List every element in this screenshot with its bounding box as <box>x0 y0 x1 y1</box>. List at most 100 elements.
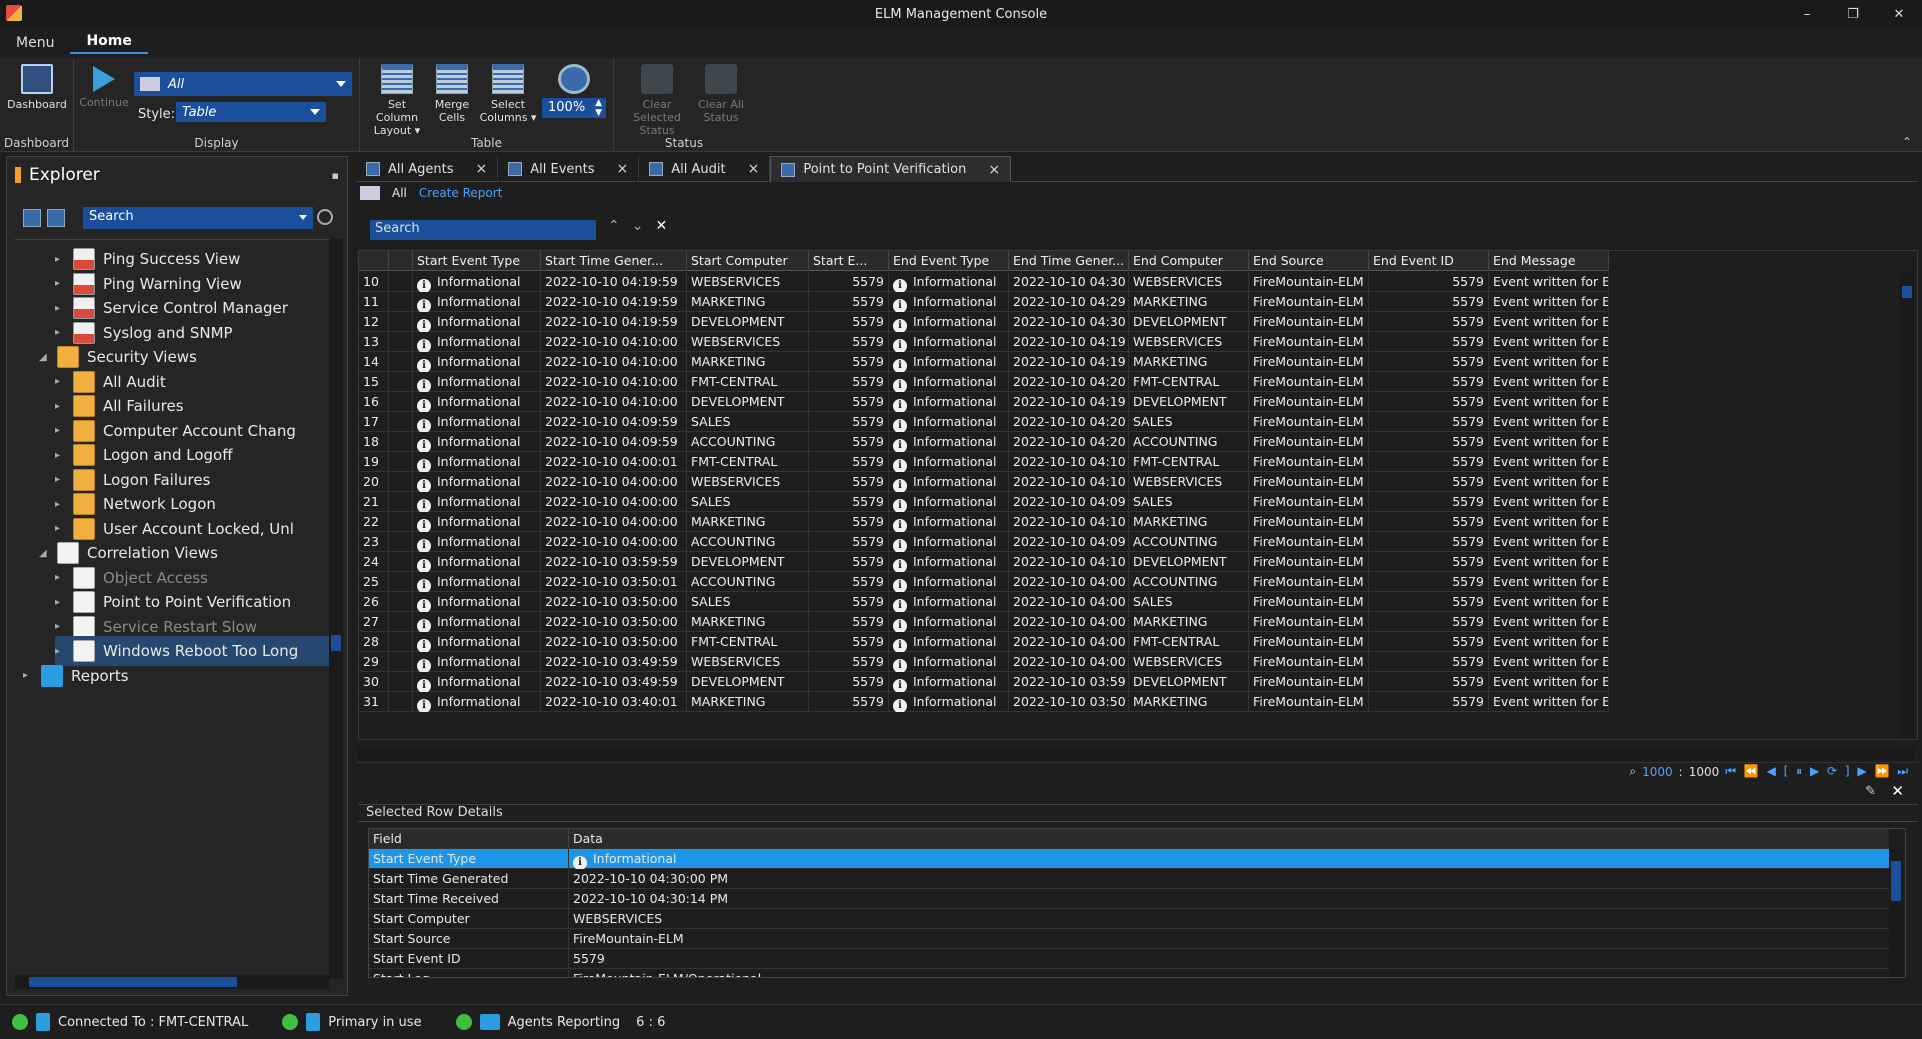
column-header[interactable]: Start E... <box>809 251 889 271</box>
expand-arrow-icon[interactable]: ▸ <box>55 474 67 485</box>
spinner-arrows-icon[interactable]: ▲ ▼ <box>595 98 602 118</box>
tree-view-icon[interactable] <box>23 209 41 227</box>
expand-arrow-icon[interactable]: ▸ <box>55 450 67 461</box>
clear-all-status-button[interactable]: Clear All Status <box>696 64 746 124</box>
column-header[interactable] <box>389 251 413 271</box>
close-icon[interactable]: ✕ <box>1876 0 1922 28</box>
grid-horizontal-scrollbar[interactable] <box>358 746 1914 760</box>
column-header[interactable] <box>359 251 389 271</box>
details-row[interactable]: Start Time Generated 2022-10-10 04:30:00 … <box>369 869 1889 889</box>
expand-arrow-icon[interactable]: ▸ <box>55 646 67 657</box>
expand-arrow-icon[interactable]: ▸ <box>55 303 67 314</box>
grid-vertical-scrollbar[interactable] <box>1900 272 1914 738</box>
search-next-icon[interactable]: ⌄ <box>632 218 644 234</box>
document-tab[interactable]: Point to Point Verification × <box>770 156 1012 182</box>
table-row[interactable]: 20 i Informational 2022-10-10 04:00:00 WEBSE… <box>359 472 1609 492</box>
expand-arrow-icon[interactable]: ▸ <box>55 621 67 632</box>
list-view-icon[interactable] <box>47 209 65 227</box>
minimize-icon[interactable]: – <box>1784 0 1830 28</box>
details-row[interactable]: Start Log FireMountain-ELM/Operational <box>369 969 1889 977</box>
pager-controls[interactable]: ⏮ ⏪ ◀ [ ⏸ ▶ ⟳ ] ▶ ⏩ ⏭ <box>1725 764 1910 779</box>
explorer-vertical-scrollbar[interactable] <box>329 239 343 979</box>
table-row[interactable]: 19 i Informational 2022-10-10 04:00:01 FMT-C… <box>359 452 1609 472</box>
table-row[interactable]: 28 i Informational 2022-10-10 03:50:00 FMT-C… <box>359 632 1609 652</box>
document-tab[interactable]: All Events × <box>498 156 640 182</box>
expand-arrow-icon[interactable]: ▸ <box>55 278 67 289</box>
select-columns-button[interactable]: Select Columns ▾ <box>478 64 538 124</box>
details-row[interactable]: Start Event ID 5579 <box>369 949 1889 969</box>
table-row[interactable]: 27 i Informational 2022-10-10 03:50:00 MARKE… <box>359 612 1609 632</box>
table-row[interactable]: 29 i Informational 2022-10-10 03:49:59 WEBSE… <box>359 652 1609 672</box>
details-vertical-scrollbar[interactable] <box>1889 849 1903 977</box>
restore-icon[interactable]: ❐ <box>1830 0 1876 28</box>
table-row[interactable]: 22 i Informational 2022-10-10 04:00:00 MARKE… <box>359 512 1609 532</box>
table-row[interactable]: 25 i Informational 2022-10-10 03:50:01 ACCOU… <box>359 572 1609 592</box>
scroll-thumb[interactable] <box>331 635 341 651</box>
table-row[interactable]: 16 i Informational 2022-10-10 04:10:00 DEVEL… <box>359 392 1609 412</box>
column-header[interactable]: Start Computer <box>687 251 809 271</box>
column-header[interactable]: End Event ID <box>1369 251 1489 271</box>
edit-icon[interactable]: ✎ <box>1865 784 1876 799</box>
table-row[interactable]: 24 i Informational 2022-10-10 03:59:59 DEVEL… <box>359 552 1609 572</box>
expand-arrow-icon[interactable]: ▸ <box>55 327 67 338</box>
dashboard-button[interactable]: Dashboard <box>6 64 68 111</box>
table-row[interactable]: 11 i Informational 2022-10-10 04:19:59 MARKE… <box>359 292 1609 312</box>
column-header[interactable]: Start Time Gener... <box>541 251 687 271</box>
table-row[interactable]: 13 i Informational 2022-10-10 04:10:00 WEBSE… <box>359 332 1609 352</box>
table-row[interactable]: 10 i Informational 2022-10-10 04:19:59 WEBSE… <box>359 272 1609 292</box>
column-header[interactable]: End Computer <box>1129 251 1249 271</box>
create-report-link[interactable]: Create Report <box>419 186 502 200</box>
tree-item[interactable]: ▸ Reports <box>23 661 331 691</box>
table-row[interactable]: 17 i Informational 2022-10-10 04:09:59 SALES… <box>359 412 1609 432</box>
close-tab-icon[interactable]: × <box>617 161 629 177</box>
expand-arrow-icon[interactable]: ▸ <box>23 670 35 681</box>
pager-search-icon[interactable]: ⌕ <box>1629 764 1636 779</box>
scroll-thumb[interactable] <box>29 977 237 987</box>
expand-arrow-icon[interactable]: ▸ <box>55 376 67 387</box>
tab-home[interactable]: Home <box>70 33 148 54</box>
pin-icon[interactable]: ▪ <box>332 169 339 182</box>
scroll-thumb[interactable] <box>1891 861 1901 901</box>
zoom-spinner[interactable]: 100% ▲ ▼ <box>542 98 606 118</box>
table-row[interactable]: 12 i Informational 2022-10-10 04:19:59 DEVEL… <box>359 312 1609 332</box>
expand-arrow-icon[interactable]: ▸ <box>55 523 67 534</box>
expand-arrow-icon[interactable]: ▸ <box>55 425 67 436</box>
close-tab-icon[interactable]: × <box>476 161 488 177</box>
expand-arrow-icon[interactable]: ▸ <box>55 597 67 608</box>
document-tab[interactable]: All Audit × <box>639 156 771 182</box>
table-row[interactable]: 30 i Informational 2022-10-10 03:49:59 DEVEL… <box>359 672 1609 692</box>
table-row[interactable]: 14 i Informational 2022-10-10 04:10:00 MARKE… <box>359 352 1609 372</box>
close-tab-icon[interactable]: × <box>748 161 760 177</box>
search-previous-icon[interactable]: ⌃ <box>608 218 620 234</box>
expand-arrow-icon[interactable]: ▸ <box>55 254 67 265</box>
explorer-horizontal-scrollbar[interactable] <box>15 975 329 989</box>
continue-button[interactable]: Continue <box>78 64 130 109</box>
details-row[interactable]: Start Time Received 2022-10-10 04:30:14 P… <box>369 889 1889 909</box>
details-row[interactable]: Start Computer WEBSERVICES <box>369 909 1889 929</box>
grid-search-input[interactable]: Search <box>370 220 596 240</box>
merge-cells-button[interactable]: Merge Cells <box>430 64 474 124</box>
collapse-ribbon-icon[interactable]: ⌃ <box>1902 135 1912 149</box>
explorer-search-input[interactable]: Search <box>83 207 313 229</box>
scroll-thumb[interactable] <box>1902 286 1912 298</box>
table-row[interactable]: 31 i Informational 2022-10-10 03:40:01 MARKE… <box>359 692 1609 712</box>
close-details-icon[interactable]: ✕ <box>1891 782 1904 800</box>
clear-search-icon[interactable] <box>317 209 333 225</box>
clear-selected-status-button[interactable]: Clear Selected Status <box>620 64 694 137</box>
column-header[interactable]: Start Event Type <box>413 251 541 271</box>
filter-label[interactable]: All <box>392 186 407 200</box>
table-row[interactable]: 26 i Informational 2022-10-10 03:50:00 SALES… <box>359 592 1609 612</box>
style-combo[interactable]: Table <box>176 102 326 122</box>
tab-menu[interactable]: Menu <box>0 35 70 51</box>
close-tab-icon[interactable]: × <box>988 162 1000 178</box>
column-header[interactable]: End Source <box>1249 251 1369 271</box>
table-row[interactable]: 18 i Informational 2022-10-10 04:09:59 ACCOU… <box>359 432 1609 452</box>
expand-arrow-icon[interactable]: ▸ <box>55 499 67 510</box>
column-header[interactable]: End Time Gener... <box>1009 251 1129 271</box>
details-row[interactable]: Start Source FireMountain-ELM <box>369 929 1889 949</box>
expand-arrow-icon[interactable]: ▸ <box>55 572 67 583</box>
collapse-arrow-icon[interactable]: ◢ <box>39 352 51 363</box>
view-filter-combo[interactable]: All <box>134 72 352 96</box>
details-row[interactable]: Start Event Type i Informational <box>369 849 1889 869</box>
column-header[interactable]: End Event Type <box>889 251 1009 271</box>
